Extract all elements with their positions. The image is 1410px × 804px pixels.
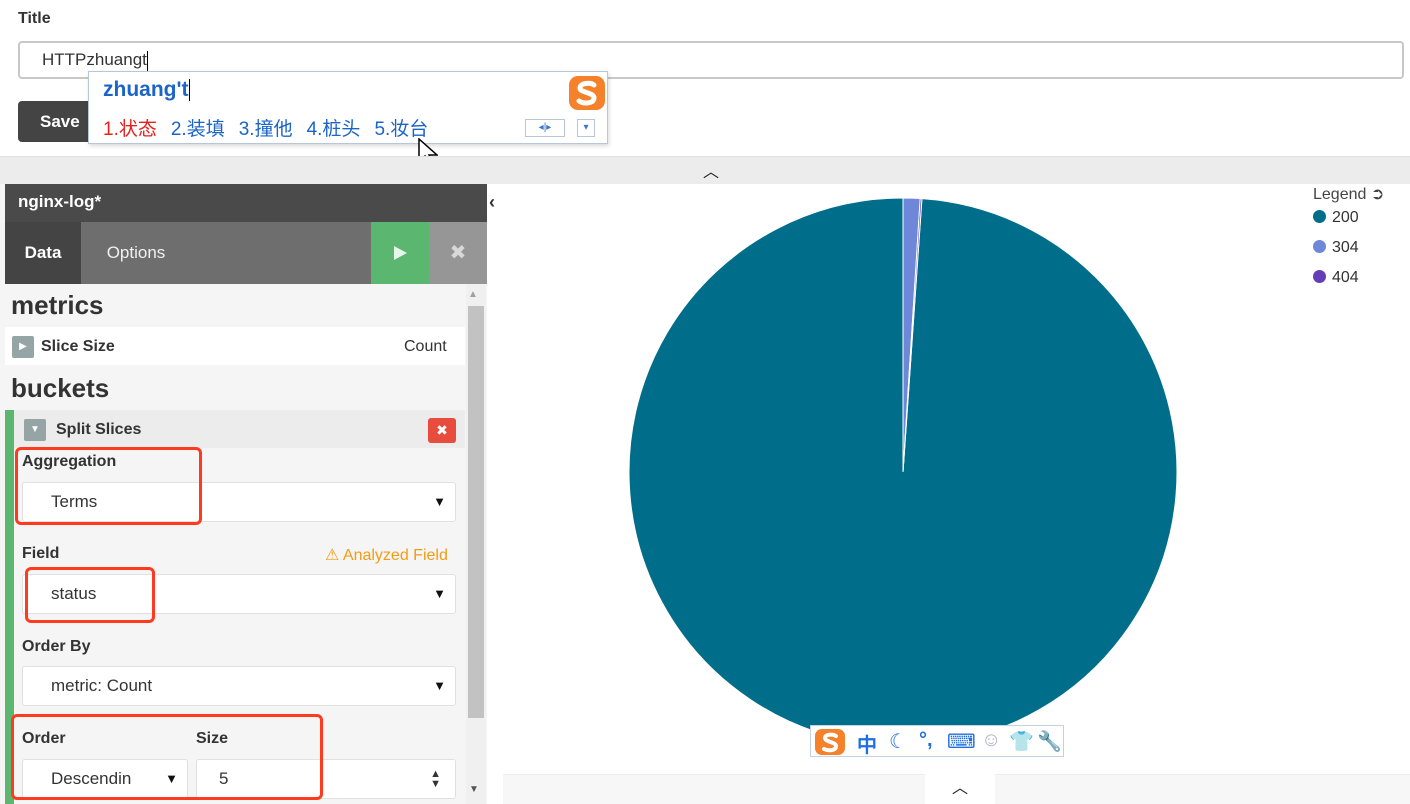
chinese-mode-icon[interactable]: 中	[857, 729, 877, 758]
metrics-heading: metrics	[11, 290, 104, 320]
remove-agg-button[interactable]: ✖	[428, 418, 456, 443]
legend-dot	[1313, 270, 1326, 283]
chevron-up-icon[interactable]: ︿	[700, 158, 722, 182]
title-input-value: HTTPzhuangt	[42, 50, 147, 69]
slice-size-value: Count	[404, 338, 447, 355]
sogou-logo-icon	[569, 76, 605, 110]
legend-toggle-icon: ➲	[1370, 186, 1385, 203]
chevron-left-icon[interactable]: ‹	[489, 192, 495, 213]
legend-item[interactable]: 304	[1313, 239, 1359, 257]
analyzed-field-text: Analyzed Field	[342, 547, 448, 564]
ime-expand-icon[interactable]: ▾	[577, 119, 595, 137]
order-by-value: metric: Count	[51, 676, 153, 695]
scroll-up-icon[interactable]: ▲	[468, 289, 478, 300]
legend-title-text: Legend	[1313, 186, 1367, 203]
ime-candidate[interactable]: 2.装填	[171, 119, 225, 140]
order-by-label: Order By	[22, 638, 91, 655]
chart-area	[503, 184, 1410, 774]
ime-composition-text: zhuang't	[103, 78, 189, 101]
user-icon[interactable]: ☺	[981, 729, 1001, 752]
field-label: Field	[22, 545, 60, 562]
dropdown-arrow-icon: ▼	[433, 494, 446, 509]
scroll-down-icon[interactable]: ▼	[469, 784, 479, 795]
title-label: Title	[18, 10, 51, 27]
chevron-up-icon[interactable]: ︿	[925, 774, 995, 804]
ime-page-nav-icon[interactable]: ◂|▸	[525, 119, 565, 137]
highlight-box	[15, 447, 202, 525]
legend-item[interactable]: 200	[1313, 209, 1359, 227]
legend-item-label: 304	[1332, 239, 1359, 256]
close-icon: ✖	[449, 242, 467, 264]
apply-button[interactable]	[371, 222, 429, 284]
legend-item-label: 404	[1332, 269, 1359, 286]
ime-toolbar: 中 ☾ °, ⌨ ☺ 👕 🔧	[810, 725, 1064, 757]
moon-icon[interactable]: ☾	[889, 729, 907, 754]
skin-icon[interactable]: 👕	[1009, 729, 1034, 754]
dropdown-arrow-icon: ▼	[433, 678, 446, 693]
legend-item-label: 200	[1332, 209, 1359, 226]
buckets-heading: buckets	[11, 373, 110, 403]
ime-candidate[interactable]: 1.状态	[103, 119, 157, 140]
warning-icon: ⚠	[325, 547, 340, 564]
dropdown-arrow-icon: ▼	[433, 586, 446, 601]
ime-candidate[interactable]: 4.桩头	[307, 119, 361, 140]
keyboard-icon[interactable]: ⌨	[947, 729, 976, 754]
stepper-icon[interactable]: ▲ ▼	[430, 769, 441, 790]
ime-candidate-popup: zhuang't 1.状态 2.装填 3.撞他 4.桩头 5.妆台 ◂|▸ ▾	[88, 71, 608, 144]
legend-dot	[1313, 240, 1326, 253]
ime-candidate[interactable]: 5.妆台	[374, 119, 428, 140]
scrollbar-thumb[interactable]	[468, 306, 484, 718]
tab-options[interactable]: Options	[81, 222, 191, 284]
ime-candidate-list: 1.状态 2.装填 3.撞他 4.桩头 5.妆台	[103, 114, 442, 141]
sogou-logo-icon[interactable]	[814, 728, 846, 756]
index-pattern-title: nginx-log*	[5, 184, 487, 222]
ime-composition: zhuang't	[103, 78, 191, 102]
punctuation-icon[interactable]: °,	[919, 729, 933, 752]
ime-candidate[interactable]: 3.撞他	[239, 119, 293, 140]
analyzed-field-warning: ⚠ Analyzed Field	[325, 545, 448, 565]
slice-size-label: Slice Size	[41, 338, 115, 355]
discard-button[interactable]: ✖	[429, 222, 487, 284]
pie-chart	[628, 197, 1178, 747]
legend-item[interactable]: 404	[1313, 269, 1359, 287]
play-icon	[394, 246, 407, 260]
legend-dot	[1313, 210, 1326, 223]
legend-title[interactable]: Legend ➲	[1313, 184, 1384, 204]
split-slices-label: Split Slices	[56, 421, 142, 438]
close-icon: ✖	[436, 422, 448, 438]
highlight-box	[25, 567, 155, 623]
wrench-icon[interactable]: 🔧	[1037, 729, 1062, 754]
order-by-select[interactable]: metric: Count ▼	[22, 666, 456, 706]
caret-right-icon[interactable]: ▶	[12, 336, 34, 358]
highlight-box	[11, 714, 323, 800]
caret-down-icon[interactable]: ▼	[24, 419, 46, 441]
tab-data[interactable]: Data	[5, 222, 81, 284]
